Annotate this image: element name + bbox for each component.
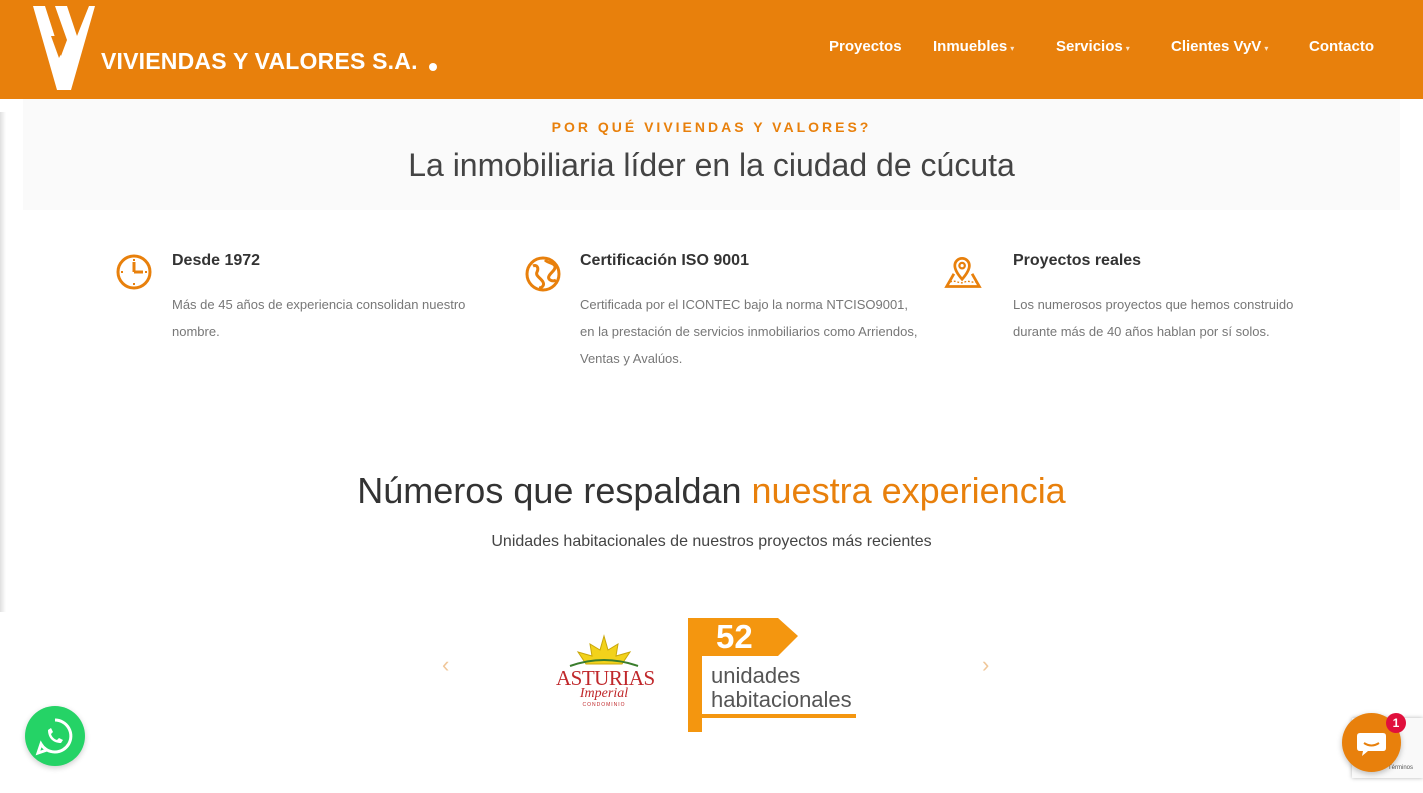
site-header: VIVIENDAS Y VALORES S.A. Proyectos Inmue…: [0, 0, 1423, 99]
numbers-title-plain: Números que respaldan: [357, 470, 752, 511]
units-count-badge: 52 unidades habitacionales: [688, 618, 888, 732]
feature-text: Más de 45 años de experiencia consolidan…: [172, 297, 466, 339]
units-label-line2: habitacionales: [711, 687, 852, 712]
nav-contacto[interactable]: Contacto: [1309, 38, 1374, 55]
units-label-line1: unidades: [711, 663, 801, 688]
project-logo-asturias[interactable]: ASTURIAS Imperial CONDOMINIO: [556, 632, 655, 710]
whatsapp-button[interactable]: [25, 706, 85, 766]
project-subname: Imperial: [579, 686, 629, 701]
feature-text: Los numerosos proyectos que hemos constr…: [1013, 297, 1294, 339]
chevron-down-icon: ▾: [1264, 44, 1269, 53]
nav-inmuebles[interactable]: Inmuebles ▾: [933, 38, 1014, 55]
feature-title: Proyectos reales: [1013, 252, 1142, 269]
numbers-subtitle: Unidades habitacionales de nuestros proy…: [491, 533, 932, 550]
why-section: POR QUÉ VIVIENDAS Y VALORES? La inmobili…: [23, 99, 1400, 210]
map-pin-icon: [944, 257, 982, 288]
brand-dot: [429, 63, 437, 71]
numbers-title-accent: nuestra experiencia: [751, 470, 1066, 511]
feature-title: Desde 1972: [172, 252, 261, 269]
nav-clientes-vyv[interactable]: Clientes VyV ▾: [1171, 38, 1268, 55]
project-tag: CONDOMINIO: [582, 702, 626, 708]
whatsapp-icon: [35, 718, 73, 756]
units-count: 52: [716, 618, 753, 655]
clock-icon: [116, 254, 152, 290]
why-title: La inmobiliaria líder en la ciudad de cú…: [408, 147, 1015, 183]
globe-icon: [525, 256, 561, 292]
nav-proyectos[interactable]: Proyectos: [829, 38, 902, 55]
carousel-prev-button[interactable]: ‹: [442, 652, 449, 678]
main-nav: Proyectos Inmuebles ▾ Servicios ▾ Clientes…: [0, 38, 1423, 58]
carousel-next-button[interactable]: ›: [982, 652, 989, 678]
nav-servicios[interactable]: Servicios ▾: [1056, 38, 1130, 55]
feature-title: Certificación ISO 9001: [580, 252, 749, 269]
feature-text: Certificada por el ICONTEC bajo la norma…: [580, 297, 918, 366]
chevron-down-icon: ▾: [1125, 44, 1130, 53]
numbers-title: Números que respaldan nuestra experienci…: [0, 470, 1423, 512]
chevron-down-icon: ▾: [1010, 44, 1015, 53]
chat-notification-badge: 1: [1386, 713, 1406, 733]
why-eyebrow: POR QUÉ VIVIENDAS Y VALORES?: [551, 119, 872, 135]
